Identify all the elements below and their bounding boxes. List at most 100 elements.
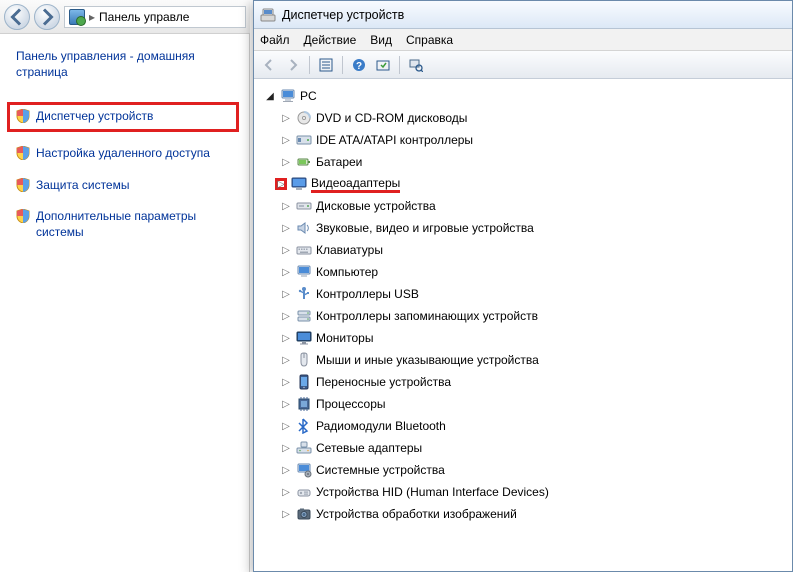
expander-icon[interactable]: ▷ <box>280 486 292 498</box>
drive-icon <box>296 198 312 214</box>
expander-icon[interactable]: ▷ <box>280 332 292 344</box>
expander-icon[interactable]: ▷ <box>280 420 292 432</box>
properties-icon <box>319 58 333 72</box>
control-panel-sidebar: Панель управления - домашняя страница Ди… <box>0 34 250 572</box>
tree-root-label: PC <box>300 89 317 103</box>
scan-icon <box>409 58 423 72</box>
expander-icon[interactable]: ▷ <box>280 464 292 476</box>
tree-node-label: Звуковые, видео и игровые устройства <box>316 221 534 235</box>
action-icon <box>376 58 390 72</box>
tree-node[interactable]: ▷DVD и CD-ROM дисководы <box>280 107 788 129</box>
control-panel-link-label: Настройка удаленного доступа <box>36 146 210 162</box>
control-panel-link-label: Защита системы <box>36 178 129 194</box>
expander-icon[interactable]: ▷ <box>275 178 287 190</box>
monitor-icon <box>296 330 312 346</box>
expander-icon[interactable]: ◢ <box>264 90 276 102</box>
tree-node[interactable]: ▷ IDE ATA/ATAPI контроллеры <box>280 129 788 151</box>
tree-node-label: Батареи <box>316 155 362 169</box>
battery-icon <box>296 154 312 170</box>
expander-icon[interactable]: ▷ <box>280 222 292 234</box>
expander-icon[interactable]: ▷ <box>280 398 292 410</box>
control-panel-link[interactable]: Защита системы <box>16 178 239 194</box>
nav-back-button[interactable] <box>4 4 30 30</box>
tree-node-label: Дисковые устройства <box>316 199 436 213</box>
system-icon <box>296 462 312 478</box>
tree-node-label: Системные устройства <box>316 463 445 477</box>
tree-node-label: Клавиатуры <box>316 243 383 257</box>
tree-node[interactable]: ▷Контроллеры USB <box>280 283 788 305</box>
toolbar-action-button[interactable] <box>372 54 394 76</box>
breadcrumb[interactable]: ▸ Панель управле <box>64 6 246 28</box>
tree-node[interactable]: ▷ Батареи <box>280 151 788 173</box>
expander-icon[interactable]: ▷ <box>280 156 292 168</box>
computer-icon <box>296 264 312 280</box>
expander-icon[interactable]: ▷ <box>280 442 292 454</box>
portable-icon <box>296 374 312 390</box>
tree-node-label: IDE ATA/ATAPI контроллеры <box>316 133 473 147</box>
tree-node[interactable]: ▷ Системные устройства <box>280 459 788 481</box>
hid-icon <box>296 484 312 500</box>
device-tree[interactable]: ◢ PC ▷DVD и CD-ROM дисководы▷IDE ATA/ATA… <box>254 79 792 571</box>
menu-help[interactable]: Справка <box>406 33 453 47</box>
expander-icon[interactable]: ▷ <box>280 200 292 212</box>
tree-node[interactable]: ▷ Дисковые устройства <box>280 195 788 217</box>
control-panel-home-link[interactable]: Панель управления - домашняя страница <box>16 48 239 80</box>
bluetooth-icon <box>296 418 312 434</box>
tree-node[interactable]: ▷Мыши и иные указывающие устройства <box>280 349 788 371</box>
tree-node[interactable]: ▷ Контроллеры запоминающих устройств <box>280 305 788 327</box>
toolbar-back-button[interactable] <box>258 54 280 76</box>
control-panel-link[interactable]: Настройка удаленного доступа <box>16 146 239 162</box>
expander-icon[interactable]: ▷ <box>280 376 292 388</box>
tree-node[interactable]: ▷ Устройства HID (Human Interface Devices… <box>280 481 788 503</box>
tree-node-label: Компьютер <box>316 265 378 279</box>
shield-icon <box>16 178 30 192</box>
expander-icon[interactable]: ▷ <box>280 266 292 278</box>
tree-node[interactable]: ▷Процессоры <box>280 393 788 415</box>
toolbar-separator <box>309 56 310 74</box>
toolbar-separator <box>399 56 400 74</box>
expander-icon[interactable]: ▷ <box>280 244 292 256</box>
control-panel-link-label: Дополнительные параметры системы <box>36 209 239 240</box>
device-manager-toolbar: ? <box>254 51 792 79</box>
tree-node-label: Контроллеры запоминающих устройств <box>316 309 538 323</box>
tree-node[interactable]: ▷Сетевые адаптеры <box>280 437 788 459</box>
tree-node[interactable]: ▷ Клавиатуры <box>280 239 788 261</box>
tree-node[interactable]: ▷Видеоадаптеры <box>280 173 788 195</box>
imaging-icon <box>296 506 312 522</box>
expander-icon[interactable]: ▷ <box>280 310 292 322</box>
tree-node[interactable]: ▷ Компьютер <box>280 261 788 283</box>
toolbar-properties-button[interactable] <box>315 54 337 76</box>
device-manager-titlebar[interactable]: Диспетчер устройств <box>254 1 792 29</box>
control-panel-link[interactable]: Дополнительные параметры системы <box>16 209 239 240</box>
breadcrumb-text: Панель управле <box>99 10 189 24</box>
expander-icon[interactable]: ▷ <box>280 508 292 520</box>
toolbar-separator <box>342 56 343 74</box>
expander-icon[interactable]: ▷ <box>280 354 292 366</box>
expander-icon[interactable]: ▷ <box>280 134 292 146</box>
control-panel-window: ▸ Панель управле Панель управления - дом… <box>0 0 250 572</box>
toolbar-help-button[interactable]: ? <box>348 54 370 76</box>
arrow-right-icon <box>35 5 59 29</box>
menu-view[interactable]: Вид <box>370 33 392 47</box>
display-icon <box>291 176 307 192</box>
tree-node[interactable]: ▷ Устройства обработки изображений <box>280 503 788 525</box>
nav-forward-button[interactable] <box>34 4 60 30</box>
tree-node-label: Радиомодули Bluetooth <box>316 419 446 433</box>
tree-node-label: Устройства HID (Human Interface Devices) <box>316 485 549 499</box>
tree-node[interactable]: ▷Мониторы <box>280 327 788 349</box>
menu-file[interactable]: Файл <box>260 33 290 47</box>
control-panel-link[interactable]: Диспетчер устройств <box>7 102 239 132</box>
expander-icon[interactable]: ▷ <box>280 288 292 300</box>
tree-node-label: Переносные устройства <box>316 375 451 389</box>
tree-node[interactable]: ▷ Переносные устройства <box>280 371 788 393</box>
tree-node[interactable]: ▷ Радиомодули Bluetooth <box>280 415 788 437</box>
tree-node[interactable]: ▷ Звуковые, видео и игровые устройства <box>280 217 788 239</box>
tree-node-label: Устройства обработки изображений <box>316 507 517 521</box>
menu-action[interactable]: Действие <box>304 33 357 47</box>
tree-root-node[interactable]: ◢ PC <box>258 85 788 107</box>
mouse-icon <box>296 352 312 368</box>
device-manager-window: Диспетчер устройств Файл Действие Вид Сп… <box>253 0 793 572</box>
toolbar-scan-button[interactable] <box>405 54 427 76</box>
toolbar-forward-button[interactable] <box>282 54 304 76</box>
expander-icon[interactable]: ▷ <box>280 112 292 124</box>
